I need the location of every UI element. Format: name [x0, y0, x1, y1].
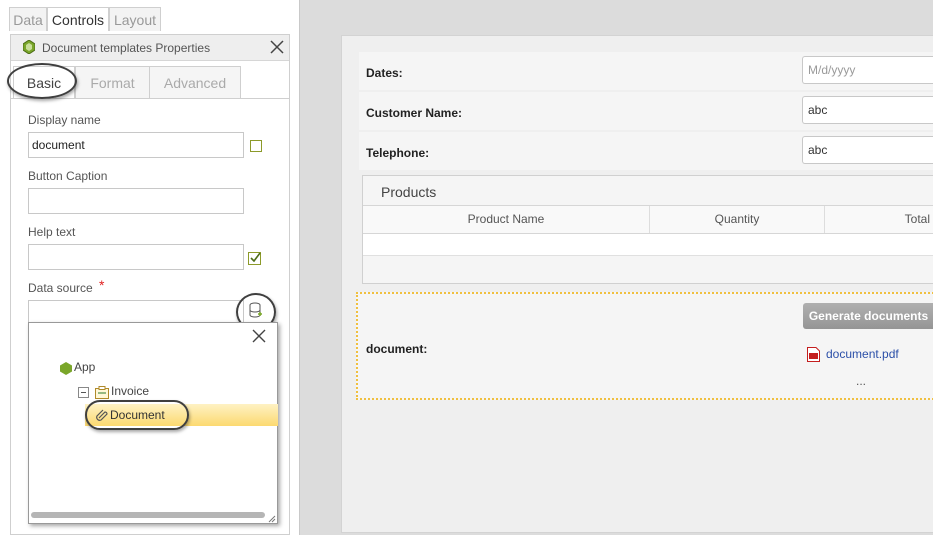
telephone-input[interactable]: abc: [802, 136, 933, 164]
app-icon: [60, 362, 72, 378]
help-text-label: Help text: [28, 225, 76, 239]
column-quantity[interactable]: Quantity: [650, 206, 825, 233]
required-mark: *: [99, 277, 105, 293]
display-name-label: Display name: [28, 113, 101, 127]
products-table: Products Product Name Quantity Total: [362, 175, 933, 284]
data-source-label: Data source: [28, 281, 93, 295]
display-name-input[interactable]: document: [28, 132, 244, 158]
document-pdf-link[interactable]: document.pdf: [826, 347, 899, 361]
dates-label: Dates:: [366, 66, 403, 80]
telephone-label: Telephone:: [366, 146, 430, 160]
more-ellipsis[interactable]: ...: [856, 374, 866, 388]
tree-item-app[interactable]: App: [74, 360, 95, 374]
form-canvas: Dates: M/d/yyyy Customer Name: abc Telep…: [341, 35, 933, 533]
table-row[interactable]: [363, 234, 933, 256]
tree-item-invoice[interactable]: Invoice: [111, 384, 149, 398]
close-icon[interactable]: [252, 329, 266, 346]
tab-layout[interactable]: Layout: [109, 7, 161, 31]
tab-data[interactable]: Data: [9, 7, 47, 31]
document-highlight: [85, 400, 189, 430]
tab-advanced[interactable]: Advanced: [149, 66, 241, 99]
dates-input[interactable]: M/d/yyyy: [802, 56, 933, 84]
tab-controls[interactable]: Controls: [47, 7, 109, 31]
properties-title: Document templates Properties: [42, 41, 211, 55]
control-gem-icon: [22, 39, 36, 57]
collapse-icon[interactable]: [78, 387, 89, 401]
generate-documents-button[interactable]: Generate documents: [803, 303, 933, 329]
customer-name-label: Customer Name:: [366, 106, 463, 120]
button-caption-label: Button Caption: [28, 169, 108, 183]
data-source-tree-popup: App Invoice Document: [28, 322, 278, 524]
properties-panel: Data Controls Layout Document templates …: [0, 0, 300, 535]
products-title: Products: [381, 184, 437, 200]
tab-format[interactable]: Format: [75, 66, 150, 99]
button-caption-input[interactable]: [28, 188, 244, 214]
help-text-input[interactable]: [28, 244, 244, 270]
resize-grip-icon[interactable]: [267, 512, 276, 526]
properties-header: Document templates Properties: [11, 35, 289, 61]
basic-tab-highlight: [7, 63, 77, 99]
table-header: Product Name Quantity Total: [363, 205, 933, 234]
display-name-checkbox[interactable]: [250, 140, 262, 152]
database-add-icon[interactable]: [249, 302, 263, 323]
close-icon[interactable]: [269, 39, 285, 58]
pdf-icon: [807, 347, 820, 365]
document-label: document:: [366, 342, 428, 356]
horizontal-scrollbar[interactable]: [31, 512, 265, 518]
column-product-name[interactable]: Product Name: [363, 206, 650, 233]
edit-checkbox-icon[interactable]: [248, 251, 262, 268]
column-total[interactable]: Total: [825, 206, 933, 233]
customer-name-input[interactable]: abc: [802, 96, 933, 124]
